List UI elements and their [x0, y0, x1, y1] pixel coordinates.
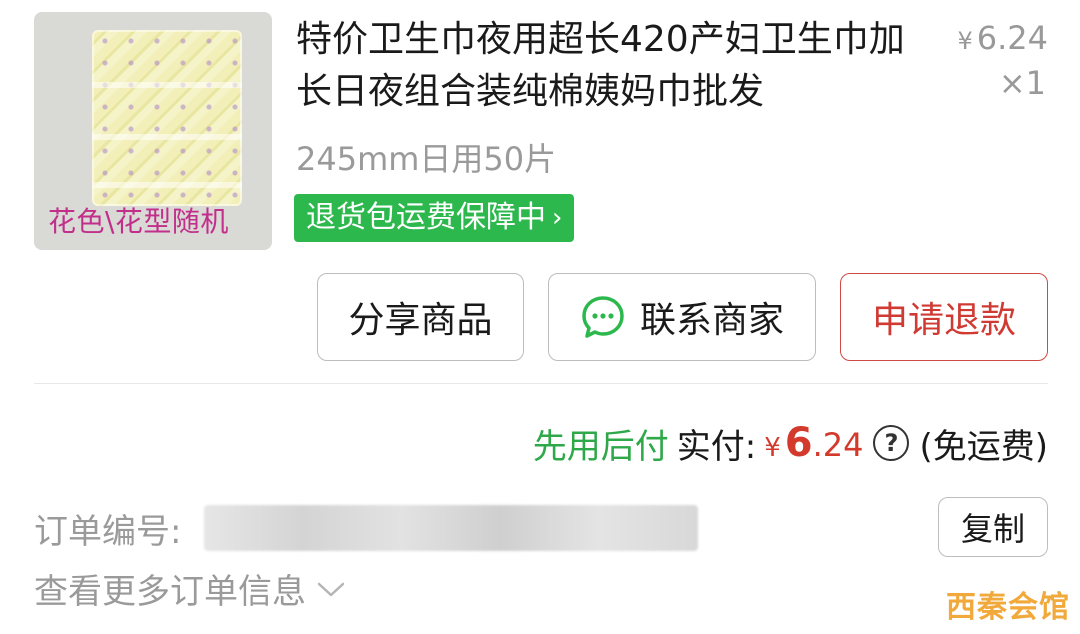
return-shipping-guarantee-badge[interactable]: 退货包运费保障中 ›: [294, 194, 575, 242]
paid-amount-int: 6: [784, 420, 813, 466]
order-number-label: 订单编号:: [34, 512, 182, 552]
contact-seller-button[interactable]: 联系商家: [548, 273, 816, 361]
product-image[interactable]: 花色\花型随机: [34, 12, 272, 250]
share-label: 分享商品: [348, 300, 493, 341]
image-caption: 花色\花型随机: [48, 205, 229, 238]
chevron-right-icon: ›: [552, 203, 563, 233]
shipping-note: (免运费): [919, 426, 1048, 467]
watermark: 西秦会馆: [946, 590, 1070, 625]
paid-amount: ¥ 6 .24: [764, 420, 863, 466]
product-price: ¥6.24: [957, 16, 1048, 63]
copy-label: 复制: [960, 510, 1025, 548]
payment-summary: 先用后付 实付: ¥ 6 .24 ? (免运费): [533, 418, 1048, 468]
paid-label: 实付:: [676, 426, 757, 467]
divider: [34, 383, 1048, 384]
more-info-label: 查看更多订单信息: [34, 572, 306, 612]
price-currency: ¥: [957, 27, 973, 55]
order-number-redacted: [204, 505, 698, 551]
product-pattern: [92, 30, 242, 206]
refund-label: 申请退款: [871, 300, 1016, 341]
product-quantity: ×1: [998, 64, 1046, 102]
pay-later-label: 先用后付: [532, 426, 669, 467]
product-title[interactable]: 特价卫生巾夜用超长420产妇卫生巾加长日夜组合装纯棉姨妈巾批发: [296, 14, 916, 118]
chat-bubble-icon: [582, 296, 624, 338]
price-value: 6.24: [976, 19, 1048, 57]
request-refund-button[interactable]: 申请退款: [840, 273, 1048, 361]
contact-label: 联系商家: [639, 300, 784, 341]
paid-amount-dec: .24: [812, 426, 864, 464]
product-sku: 245mm日用50片: [296, 140, 557, 178]
pack-band: [92, 82, 242, 88]
pack-band: [92, 182, 242, 188]
share-product-button[interactable]: 分享商品: [317, 273, 524, 361]
chevron-down-icon: [317, 582, 345, 596]
guarantee-label: 退货包运费保障中: [306, 200, 546, 235]
help-icon[interactable]: ?: [873, 425, 910, 461]
pack-band: [92, 134, 242, 140]
view-more-order-info[interactable]: 查看更多订单信息: [34, 564, 346, 613]
copy-order-number-button[interactable]: 复制: [938, 497, 1048, 557]
paid-currency: ¥: [764, 433, 781, 463]
